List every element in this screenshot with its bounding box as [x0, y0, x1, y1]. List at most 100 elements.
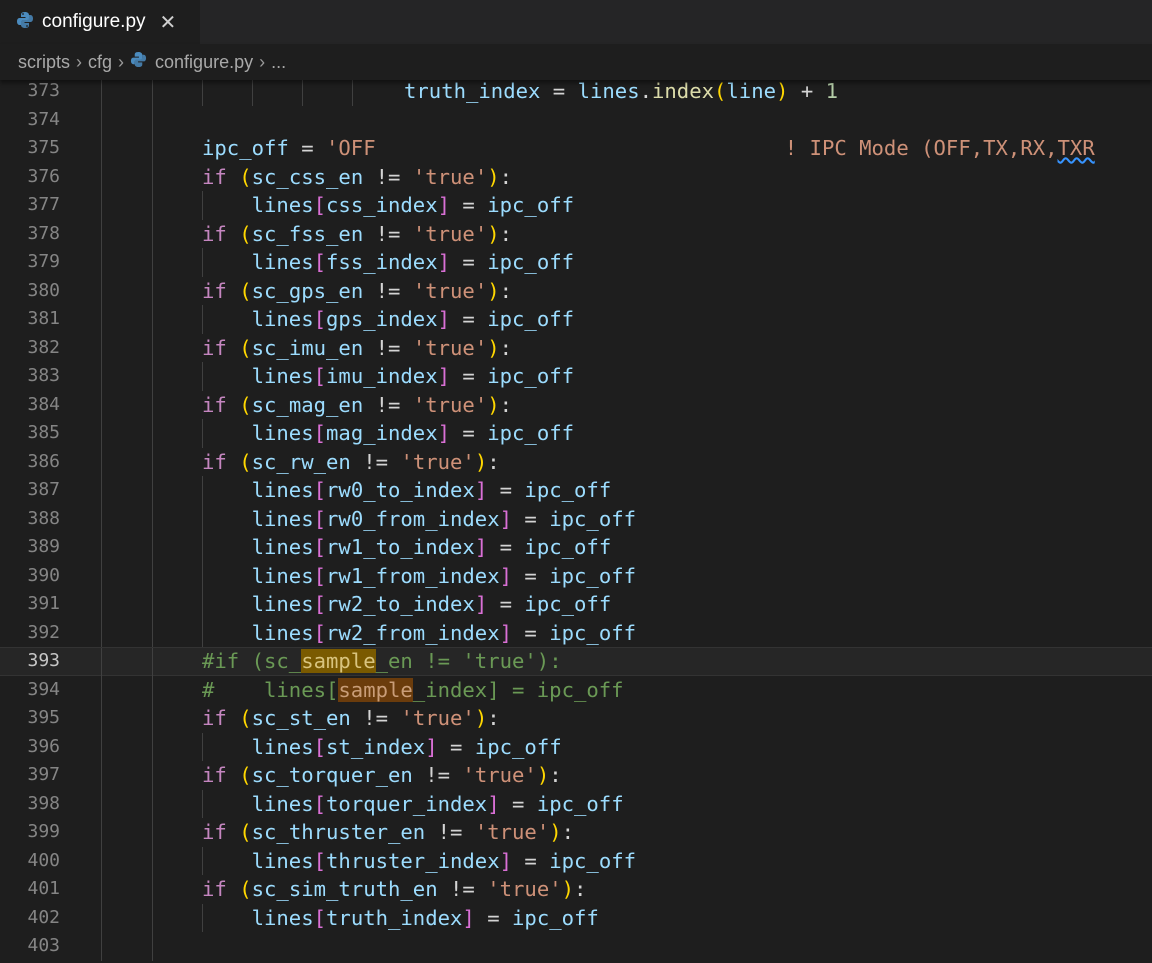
code-line[interactable]: 387 lines[rw0_to_index] = ipc_off: [0, 476, 1152, 505]
code-text: lines[imu_index] = ipc_off: [202, 362, 574, 391]
code-line[interactable]: 394 # lines[sample_index] = ipc_off: [0, 675, 1152, 704]
code-token: ipc_off: [549, 848, 637, 873]
indent-guide: [101, 419, 102, 448]
code-line[interactable]: 380 if (sc_gps_en != 'true'):: [0, 276, 1152, 306]
code-line[interactable]: 401 if (sc_sim_truth_en != 'true'):: [0, 875, 1152, 904]
code-token: lines: [251, 535, 314, 559]
code-line[interactable]: 384 if (sc_mag_en != 'true'):: [0, 390, 1152, 419]
indent-guide: [101, 932, 102, 961]
breadcrumb-item-scripts[interactable]: scripts: [18, 52, 70, 73]
code-token: !=: [363, 335, 413, 360]
code-token: ipc_off: [512, 905, 599, 930]
code-line[interactable]: 376 if (sc_css_en != 'true'):: [0, 162, 1152, 192]
code-token: sc_imu_en: [251, 335, 364, 360]
code-line[interactable]: 375 ipc_off = 'OFF ! IPC Mode (OFF,TX,RX,…: [0, 134, 1152, 163]
code-token: ipc_off: [202, 136, 289, 160]
code-token: sc_thruster_en: [251, 820, 426, 844]
code-token: ]: [437, 193, 451, 217]
code-token: _en != 'true'):: [375, 649, 562, 673]
code-token: ): [487, 335, 500, 360]
code-token: !=: [350, 449, 401, 474]
code-token: sc_sim_truth_en: [251, 877, 438, 901]
code-token: [: [313, 791, 327, 816]
code-line[interactable]: 399 if (sc_thruster_en != 'true'):: [0, 818, 1152, 847]
code-line[interactable]: 373 truth_index = lines.index(line) + 1: [0, 80, 1152, 106]
line-number: 402: [27, 906, 60, 928]
line-number: 393: [27, 650, 60, 671]
code-text: lines[rw2_to_index] = ipc_off: [202, 590, 612, 619]
tab-configure-py[interactable]: configure.py ✕: [0, 0, 200, 44]
code-line[interactable]: 392 lines[rw2_from_index] = ipc_off: [0, 618, 1152, 647]
indent-guide: [101, 333, 102, 362]
code-token: 1: [825, 80, 839, 103]
code-line[interactable]: 393 #if (sc_sample_en != 'true'):: [0, 647, 1152, 677]
code-line[interactable]: 382 if (sc_imu_en != 'true'):: [0, 333, 1152, 362]
code-line[interactable]: 400 lines[thruster_index] = ipc_off: [0, 846, 1152, 875]
indent-guide: [152, 789, 153, 818]
indent-guide: [152, 504, 153, 533]
code-line[interactable]: 389 lines[rw1_to_index] = ipc_off: [0, 533, 1152, 562]
code-line[interactable]: 385 lines[mag_index] = ipc_off: [0, 419, 1152, 448]
indent-guide: [101, 533, 102, 562]
code-line[interactable]: 396 lines[st_index] = ipc_off: [0, 732, 1152, 761]
code-line[interactable]: 403: [0, 932, 1152, 961]
code-token: ]: [437, 364, 451, 388]
indent-guide: [152, 618, 153, 647]
code-line[interactable]: 395 if (sc_st_en != 'true'):: [0, 704, 1152, 733]
breadcrumb-item-symbols[interactable]: ...: [271, 52, 286, 73]
code-token: 'true': [412, 221, 488, 246]
code-line[interactable]: 398 lines[torquer_index] = ipc_off: [0, 789, 1152, 818]
line-number: 373: [27, 80, 60, 101]
code-token: if: [202, 706, 227, 730]
code-token: =: [512, 506, 550, 531]
breadcrumb-item-cfg[interactable]: cfg: [88, 52, 112, 73]
code-line[interactable]: 377 lines[css_index] = ipc_off: [0, 191, 1152, 220]
code-line[interactable]: 391 lines[rw2_to_index] = ipc_off: [0, 590, 1152, 619]
indent-guide: [152, 105, 153, 134]
code-token: ]: [437, 421, 451, 445]
code-line[interactable]: 390 lines[rw1_from_index] = ipc_off: [0, 561, 1152, 590]
code-token: ]: [462, 905, 475, 930]
indent-guide: [101, 276, 102, 305]
code-token: rw1_to_index: [326, 535, 475, 559]
code-line[interactable]: 386 if (sc_rw_en != 'true'):: [0, 447, 1152, 476]
code-token: :: [499, 335, 513, 360]
indent-guide: [101, 561, 102, 590]
indent-guide: [302, 80, 303, 106]
code-token: ipc_off: [549, 563, 637, 588]
code-line[interactable]: 383 lines[imu_index] = ipc_off: [0, 362, 1152, 391]
indent-guide: [252, 80, 253, 106]
code-token: ipc_off: [524, 478, 612, 502]
code-line[interactable]: 381 lines[gps_index] = ipc_off: [0, 305, 1152, 334]
code-text: if (sc_gps_en != 'true'):: [202, 277, 512, 306]
breadcrumb-item-file[interactable]: configure.py: [155, 52, 253, 73]
code-line[interactable]: 379 lines[fss_index] = ipc_off: [0, 248, 1152, 277]
code-line[interactable]: 388 lines[rw0_from_index] = ipc_off: [0, 504, 1152, 533]
indent-guide: [152, 80, 153, 106]
code-token: if: [202, 221, 227, 246]
code-text: if (sc_css_en != 'true'):: [202, 163, 512, 192]
indent-guide: [152, 162, 153, 191]
code-token: :: [499, 164, 513, 189]
close-icon[interactable]: ✕: [160, 10, 177, 35]
code-token: :: [487, 449, 500, 474]
code-token: :: [561, 820, 575, 844]
code-token: (: [239, 706, 252, 730]
code-editor[interactable]: 373 truth_index = lines.index(line) + 1 37…: [0, 80, 1152, 963]
code-line[interactable]: 397 if (sc_torquer_en != 'true'):: [0, 761, 1152, 790]
code-token: lines: [251, 478, 314, 502]
indent-guide: [152, 761, 153, 790]
code-line[interactable]: 374: [0, 105, 1152, 134]
code-text: #if (sc_sample_en != 'true'):: [202, 648, 562, 675]
code-token: 'OFF ! IPC Mode (OFF,TX,RX,TXR: [326, 136, 1095, 160]
code-token: (: [239, 335, 252, 360]
code-line[interactable]: 402 lines[truth_index] = ipc_off: [0, 903, 1152, 932]
code-line[interactable]: 378 if (sc_fss_en != 'true'):: [0, 219, 1152, 248]
code-token: 'true': [474, 820, 550, 844]
